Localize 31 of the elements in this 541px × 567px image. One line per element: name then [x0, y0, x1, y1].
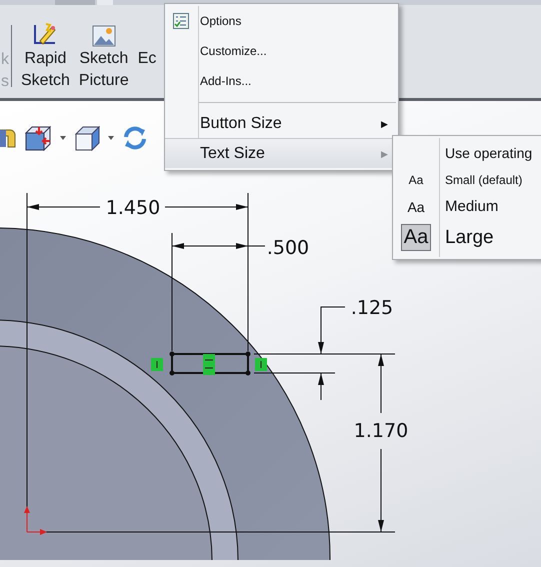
cube-icon[interactable] [74, 125, 100, 151]
submenu-arrow: ▶ [381, 148, 388, 158]
view-orientation-icon[interactable] [24, 125, 52, 151]
picture-icon [92, 24, 116, 48]
dropdown-icon[interactable] [60, 136, 66, 140]
relation-marker[interactable] [255, 358, 267, 371]
dimension-value[interactable]: 1.450 [106, 197, 160, 219]
menu-item[interactable]: Aa Small (default) [393, 166, 541, 193]
dropdown-icon[interactable] [108, 136, 114, 140]
sketch-picture-button[interactable]: Sketch Picture [76, 19, 132, 94]
size-sample: Aa [400, 224, 432, 251]
relation-marker[interactable] [151, 358, 163, 371]
origin-icon [24, 506, 47, 535]
menu-item[interactable]: Add-Ins... [165, 66, 398, 96]
menu-item[interactable]: Customize... [165, 36, 398, 66]
size-sample: Aa [406, 198, 426, 216]
menu-item[interactable]: Aa Large [393, 220, 541, 255]
options-icon [173, 13, 189, 29]
submenu-arrow: ▶ [381, 118, 388, 128]
rapid-sketch-button[interactable]: Rapid Sketch [18, 19, 73, 94]
dimension-value[interactable]: .500 [266, 237, 310, 259]
relation-marker[interactable] [203, 354, 215, 375]
rotate-icon[interactable] [122, 125, 148, 151]
menu-item[interactable]: Aa Medium [393, 193, 541, 220]
dimension-value[interactable]: .125 [350, 297, 394, 319]
sketch-rectangle[interactable] [170, 352, 250, 376]
dimension-value[interactable]: 1.170 [354, 420, 408, 442]
toolbar-button[interactable]: Ec [134, 19, 160, 72]
menu-item[interactable]: Button Size ▶ [165, 109, 398, 138]
size-sample: Aa [408, 172, 424, 188]
menu-item[interactable]: Options [165, 6, 398, 36]
